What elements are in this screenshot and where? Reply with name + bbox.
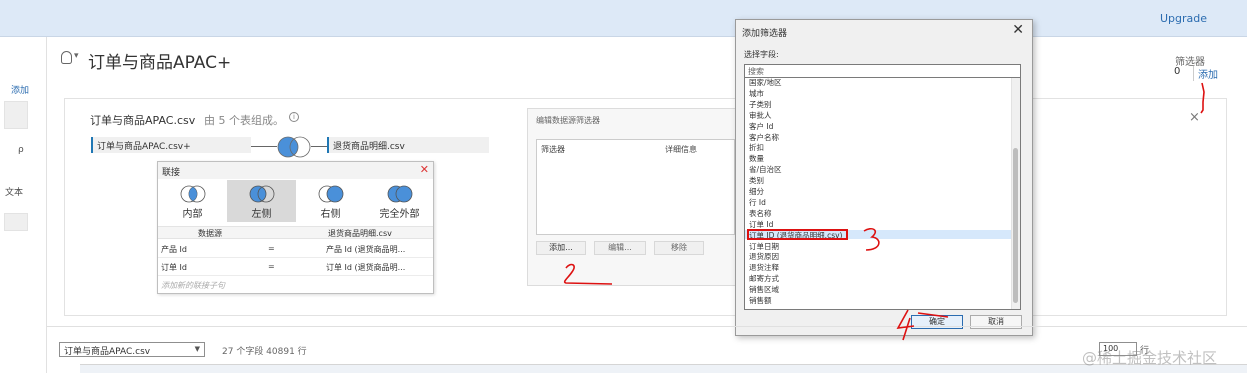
left-sidebar: 添加 ρ 文本: [0, 37, 47, 373]
upgrade-link[interactable]: Upgrade: [1160, 12, 1207, 25]
close-icon[interactable]: ✕: [1012, 22, 1024, 38]
field-item[interactable]: 表名称: [749, 208, 772, 219]
join-type-left[interactable]: 左侧: [227, 180, 296, 222]
column-header: 详细信息: [665, 145, 697, 154]
field-item[interactable]: 折扣: [749, 142, 764, 153]
join-operator[interactable]: =: [268, 244, 275, 253]
join-type-label: 内部: [182, 209, 203, 220]
chevron-down-icon[interactable]: ▾: [74, 51, 79, 61]
filters-count: 0: [1174, 66, 1181, 77]
edit-filters-title: 编辑数据源筛选器: [536, 116, 600, 125]
scrollbar-thumb[interactable]: [1013, 148, 1018, 303]
join-right-field[interactable]: 产品 Id (退货商品明...: [326, 244, 405, 255]
join-dialog: 联接 ✕ 内部 左侧 右侧 完全外部 数据源 退货商品明细.csv 产品 Id …: [157, 161, 434, 294]
edit-filter-button[interactable]: 编辑...: [594, 241, 646, 255]
join-type-label: 完全外部: [379, 209, 420, 220]
join-right-field[interactable]: 订单 Id (退货商品明...: [326, 262, 405, 273]
field-item[interactable]: 客户名称: [749, 132, 779, 143]
filters-list[interactable]: 筛选器 详细信息: [536, 139, 735, 235]
remove-filter-button[interactable]: 移除: [654, 241, 704, 255]
add-filter-button[interactable]: 添加...: [536, 241, 586, 255]
field-item[interactable]: 类别: [749, 175, 764, 186]
join-left-field[interactable]: 产品 Id: [161, 244, 187, 255]
field-item[interactable]: 子类别: [749, 99, 772, 110]
top-bar: Upgrade: [0, 0, 1247, 37]
sidebar-item[interactable]: [4, 101, 28, 129]
left-join-icon: [249, 185, 274, 203]
field-item[interactable]: 数量: [749, 153, 764, 164]
field-item[interactable]: 邮寄方式: [749, 273, 779, 284]
add-join-clause-link[interactable]: 添加新的联接子句: [161, 280, 225, 291]
field-item[interactable]: 细分: [749, 186, 764, 197]
column-header: 数据源: [198, 229, 222, 238]
sidebar-add-link[interactable]: 添加: [11, 83, 29, 96]
dialog-title: 添加筛选器: [742, 29, 788, 39]
sidebar-text-label: 文本: [5, 188, 24, 198]
join-dialog-header: 联接 ✕: [158, 162, 433, 179]
field-item[interactable]: 审批人: [749, 110, 772, 121]
datasource-icon: [61, 51, 72, 64]
join-add-clause-row[interactable]: 添加新的联接子句: [158, 276, 433, 294]
join-type-full-outer[interactable]: 完全外部: [365, 180, 434, 222]
left-table-pill[interactable]: 订单与商品APAC.csv+: [91, 137, 251, 153]
join-clause-row[interactable]: 订单 Id = 订单 Id (退货商品明...: [158, 258, 433, 276]
chevron-down-icon[interactable]: ▼: [195, 345, 200, 353]
right-join-icon: [318, 185, 343, 203]
select-field-label: 选择字段:: [744, 50, 779, 59]
edit-datasource-filters-panel: 编辑数据源筛选器 筛选器 详细信息 添加... 编辑... 移除: [527, 108, 742, 286]
join-type-label: 左侧: [251, 209, 272, 220]
join-dialog-title: 联接: [162, 168, 181, 178]
join-type-inner[interactable]: 内部: [158, 180, 227, 222]
field-list[interactable]: 国家/地区 城市 子类别 审批人 客户 Id 客户名称 折扣 数量 省/自治区 类别 细分行 Id 表…: [744, 78, 1021, 310]
join-clause-row[interactable]: 产品 Id = 产品 Id (退货商品明...: [158, 240, 433, 258]
field-search-input[interactable]: 搜索: [744, 64, 1021, 78]
field-item[interactable]: 销售区域: [749, 284, 779, 295]
data-grid-header: [80, 364, 1247, 373]
watermark: @稀土掘金技术社区: [1082, 349, 1218, 367]
divider: [47, 326, 1247, 327]
search-icon[interactable]: ρ: [18, 145, 24, 155]
full-outer-join-icon: [387, 185, 412, 203]
add-filter-dialog: 添加筛选器 ✕ 选择字段: 搜索 国家/地区 城市 子类别 审批人 客户 Id 客户名称折…: [735, 19, 1033, 336]
join-operator[interactable]: =: [268, 262, 275, 271]
column-header: 退货商品明细.csv: [328, 229, 392, 238]
join-type-label: 右侧: [320, 209, 341, 220]
filters-add-link[interactable]: 添加: [1193, 66, 1218, 81]
field-item[interactable]: 退货注释: [749, 262, 779, 273]
field-item[interactable]: 城市: [749, 88, 764, 99]
field-item[interactable]: 国家/地区: [749, 78, 782, 88]
join-grid-header: 数据源 退货商品明细.csv: [158, 226, 433, 239]
field-item[interactable]: 订单日期: [749, 241, 779, 252]
field-item[interactable]: 行 Id: [749, 197, 766, 208]
table-select-value: 订单与商品APAC.csv: [64, 347, 151, 357]
field-row-count: 27 个字段 40891 行: [222, 347, 307, 357]
join-icon[interactable]: [276, 135, 312, 159]
join-connector: [251, 146, 277, 147]
info-icon[interactable]: i: [289, 112, 299, 122]
field-item[interactable]: 销售额: [749, 295, 772, 306]
annotation-highlight-box: [747, 229, 848, 240]
right-table-pill[interactable]: 退货商品明细.csv: [327, 137, 489, 153]
inner-join-icon: [180, 185, 205, 203]
close-icon[interactable]: ×: [1189, 110, 1200, 125]
sidebar-item[interactable]: [4, 213, 28, 231]
field-item[interactable]: 退货原因: [749, 251, 779, 262]
join-connector: [311, 146, 327, 147]
field-item[interactable]: 客户 Id: [749, 121, 773, 132]
close-icon[interactable]: ✕: [420, 163, 429, 176]
page-title[interactable]: 订单与商品APAC+: [88, 48, 231, 73]
connection-subtitle: 由 5 个表组成。: [204, 114, 284, 127]
join-left-field[interactable]: 订单 Id: [161, 262, 187, 273]
column-header: 筛选器: [541, 145, 565, 154]
join-type-right[interactable]: 右侧: [296, 180, 365, 222]
table-select[interactable]: 订单与商品APAC.csv ▼: [59, 342, 205, 357]
connection-title: 订单与商品APAC.csv: [90, 114, 196, 127]
field-item[interactable]: 省/自治区: [749, 164, 782, 175]
